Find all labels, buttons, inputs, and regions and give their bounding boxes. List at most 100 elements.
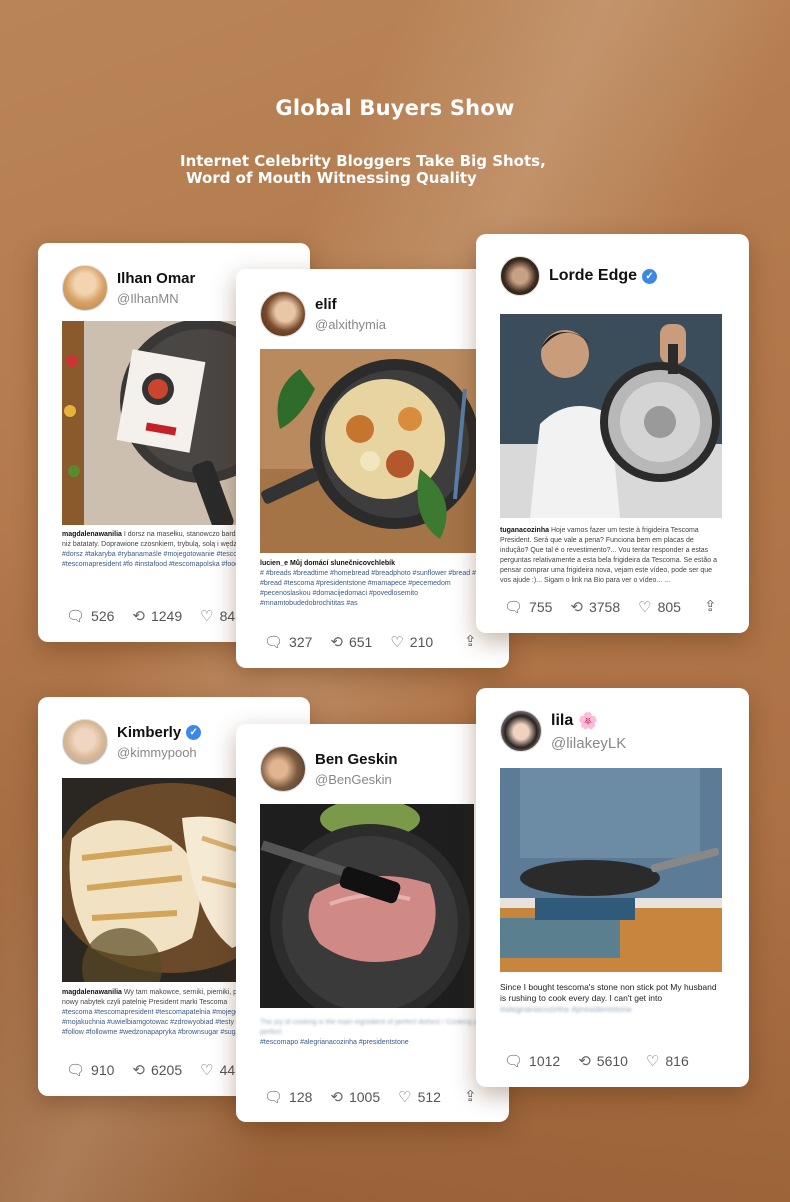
retweet-count: 651	[348, 634, 373, 650]
like-count: 44	[219, 1062, 236, 1078]
comment-icon: 🗨	[66, 607, 86, 625]
user-handle[interactable]: @BenGeskin	[315, 772, 398, 787]
heart-icon: ♡	[200, 607, 214, 625]
like-count: 210	[409, 634, 434, 650]
retweet-count: 1249	[150, 608, 183, 624]
post-stats: 🗨 526 ⟲ 1249 ♡ 84	[66, 608, 253, 624]
like-count: 512	[417, 1089, 441, 1105]
user-name[interactable]: Lorde Edge	[549, 267, 637, 285]
retweet-button[interactable]: ⟲ 1005	[330, 1089, 380, 1105]
post-caption: lucien_e Můj domácí slunečnicovchlebík #…	[260, 559, 495, 609]
verified-badge-icon: ✓	[642, 268, 658, 284]
comment-button[interactable]: 🗨 755	[504, 599, 552, 615]
caption-user[interactable]: magdalenawanilia	[62, 989, 122, 996]
heart-icon: ♡	[200, 1061, 214, 1079]
like-button[interactable]: ♡ 805	[638, 599, 681, 615]
user-name[interactable]: Kimberly	[117, 724, 181, 741]
retweet-icon: ⟲	[132, 1061, 145, 1079]
comment-button[interactable]: 🗨 128	[264, 1089, 312, 1105]
retweet-button[interactable]: ⟲ 5610	[578, 1053, 628, 1069]
post-stats: 🗨 755 ⟲ 3758 ♡ 805	[504, 599, 699, 615]
retweet-button[interactable]: ⟲ 651	[330, 634, 372, 650]
retweet-count: 6205	[150, 1062, 183, 1078]
comment-button[interactable]: 🗨 1012	[504, 1053, 560, 1069]
caption-text: The joy of cooking is the main ingredien…	[260, 1019, 490, 1036]
comment-icon: 🗨	[264, 633, 284, 651]
caption-tags[interactable]: #alegrianacozinha #presidentstone	[500, 1004, 632, 1014]
user-name[interactable]: elif	[315, 296, 386, 313]
comment-icon: 🗨	[264, 1088, 284, 1106]
share-icon[interactable]: ⇪	[464, 1087, 477, 1105]
verified-badge-icon: ✓	[186, 725, 202, 740]
post-stats: 🗨 327 ⟲ 651 ♡ 210	[264, 634, 451, 650]
post-stats: 🗨 1012 ⟲ 5610 ♡ 816	[504, 1053, 707, 1069]
avatar[interactable]	[260, 746, 306, 792]
comment-count: 1012	[529, 1053, 561, 1069]
caption-text: Můj domácí slunečnicovchlebík	[289, 560, 395, 567]
comment-count: 910	[91, 1062, 115, 1078]
post-photo[interactable]	[500, 768, 722, 972]
heart-icon: ♡	[638, 598, 652, 616]
user-handle[interactable]: @lilakeyLK	[551, 735, 626, 752]
share-icon[interactable]: ⇪	[704, 597, 717, 615]
like-button[interactable]: ♡ 512	[398, 1089, 441, 1105]
retweet-icon: ⟲	[570, 598, 583, 616]
post-photo[interactable]	[260, 804, 474, 1008]
retweet-button[interactable]: ⟲ 6205	[132, 1062, 182, 1078]
user-handle[interactable]: @alxithymia	[315, 317, 386, 332]
post-card-lila[interactable]: lila 🌸 @lilakeyLK Since I bought tescoma'…	[476, 688, 749, 1087]
post-stats: 🗨 910 ⟲ 6205 ♡ 44	[66, 1062, 253, 1078]
retweet-count: 1005	[348, 1089, 381, 1105]
post-caption: tuganacozinha Hoje vamos fazer um teste …	[500, 526, 722, 586]
avatar[interactable]	[500, 256, 540, 296]
comment-count: 755	[529, 599, 553, 615]
post-stats: 🗨 128 ⟲ 1005 ♡ 512	[264, 1089, 459, 1105]
post-photo[interactable]	[500, 314, 722, 518]
post-card-lorde[interactable]: Lorde Edge ✓ tuganacozinha Hoje vamos faz…	[476, 234, 749, 633]
comment-button[interactable]: 🗨 327	[264, 634, 312, 650]
comment-count: 128	[289, 1089, 313, 1105]
caption-user[interactable]: magdalenawanilia	[62, 531, 122, 538]
post-caption: The joy of cooking is the main ingredien…	[260, 1018, 490, 1048]
page-subtitle-line1: Internet Celebrity Bloggers Take Big Sho…	[180, 152, 546, 170]
avatar[interactable]	[62, 719, 108, 765]
post-card-elif[interactable]: elif @alxithymia lucien_e Můj domácí slu…	[236, 269, 509, 668]
like-button[interactable]: ♡ 84	[200, 608, 235, 624]
user-name[interactable]: Ilhan Omar	[117, 270, 195, 287]
comment-button[interactable]: 🗨 526	[66, 608, 114, 624]
comment-button[interactable]: 🗨 910	[66, 1062, 114, 1078]
like-count: 816	[665, 1053, 689, 1069]
like-count: 84	[219, 608, 236, 624]
retweet-count: 3758	[588, 599, 621, 615]
user-handle[interactable]: @kimmypooh	[117, 745, 201, 760]
like-button[interactable]: ♡ 816	[646, 1053, 689, 1069]
user-handle[interactable]: @IlhanMN	[117, 291, 195, 306]
avatar[interactable]	[500, 710, 542, 752]
caption-tags[interactable]: #tescomapo #alegrianacozinha #presidents…	[260, 1039, 409, 1046]
share-icon[interactable]: ⇪	[464, 632, 477, 650]
page-title: Global Buyers Show	[275, 96, 515, 120]
like-button[interactable]: ♡ 210	[390, 634, 433, 650]
retweet-button[interactable]: ⟲ 1249	[132, 608, 182, 624]
user-name[interactable]: lila	[551, 712, 573, 730]
heart-icon: ♡	[390, 633, 404, 651]
caption-user[interactable]: tuganacozinha	[500, 527, 549, 534]
caption-user[interactable]: lucien_e	[260, 560, 288, 567]
post-card-ben[interactable]: Ben Geskin @BenGeskin The joy of cooking…	[236, 724, 509, 1122]
retweet-button[interactable]: ⟲ 3758	[570, 599, 620, 615]
retweet-icon: ⟲	[578, 1052, 591, 1070]
retweet-icon: ⟲	[132, 607, 145, 625]
like-button[interactable]: ♡ 44	[200, 1062, 235, 1078]
retweet-icon: ⟲	[330, 633, 343, 651]
avatar[interactable]	[260, 291, 306, 337]
page-subtitle-line2: Word of Mouth Witnessing Quality	[186, 169, 477, 187]
caption-text: Hoje vamos fazer um teste à frigideira T…	[500, 527, 717, 584]
comment-count: 526	[91, 608, 115, 624]
caption-tags[interactable]: # #breads #breadtime #homebread #breadph…	[260, 570, 494, 607]
post-photo[interactable]	[260, 349, 500, 553]
avatar[interactable]	[62, 265, 108, 311]
user-name[interactable]: Ben Geskin	[315, 751, 398, 768]
comment-count: 327	[289, 634, 313, 650]
retweet-icon: ⟲	[330, 1088, 343, 1106]
comment-icon: 🗨	[504, 598, 524, 616]
